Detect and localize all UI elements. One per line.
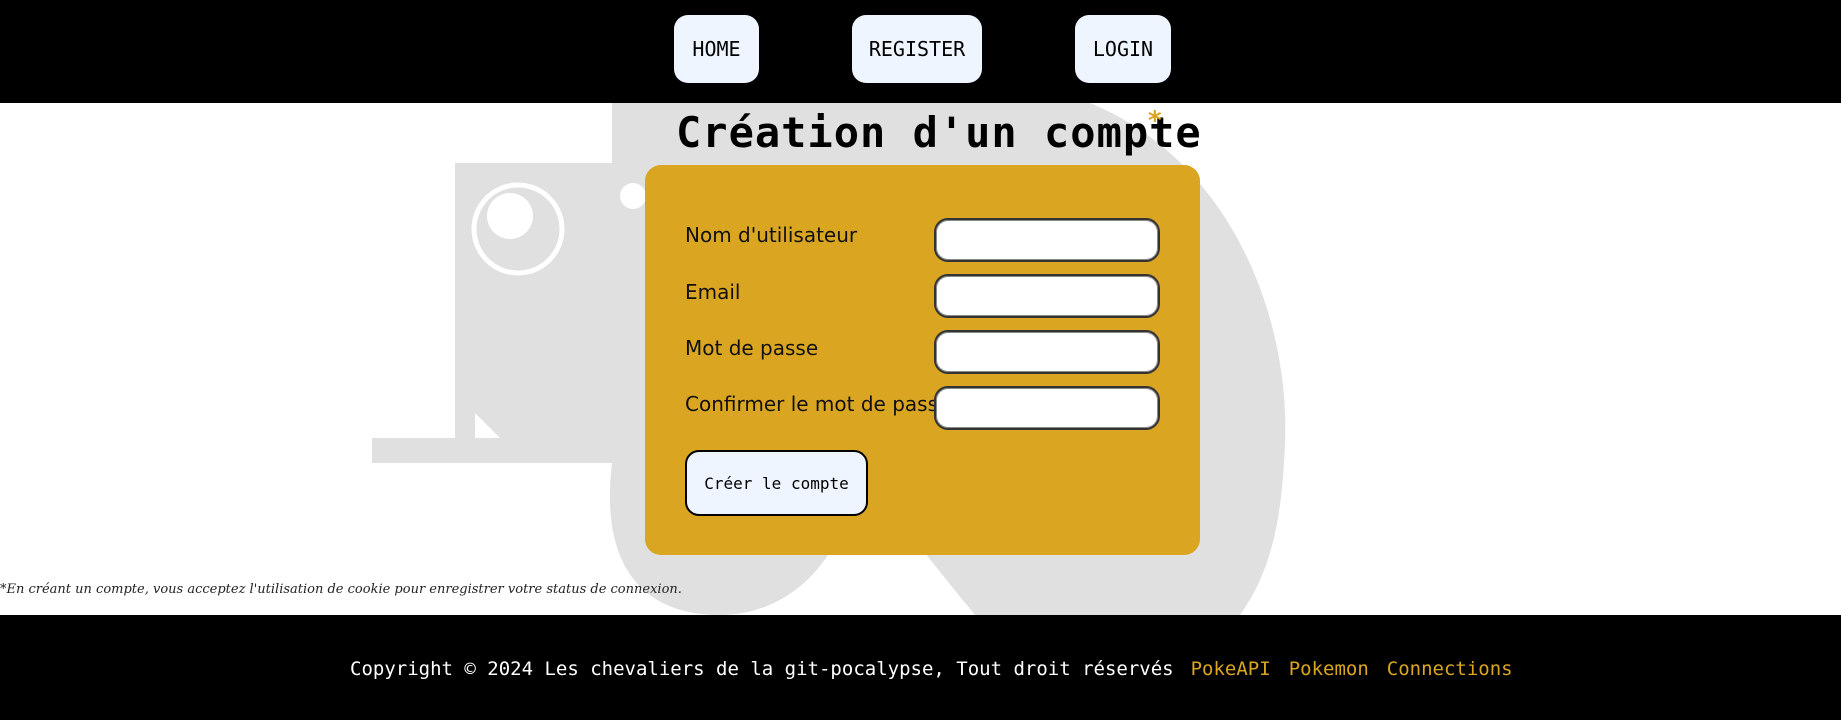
page-title: Création d'un compte xyxy=(676,108,1202,157)
title-footnote-marker: * xyxy=(1148,106,1162,136)
confirm-password-input[interactable] xyxy=(934,386,1160,430)
footer-link-pokemon[interactable]: Pokemon xyxy=(1289,658,1369,680)
password-label: Mot de passe xyxy=(685,336,819,360)
nav-register-button[interactable]: REGISTER xyxy=(852,15,982,83)
footer-copyright: Copyright © 2024 Les chevaliers de la gi… xyxy=(350,658,1174,680)
top-navigation: HOME REGISTER LOGIN xyxy=(0,0,1841,103)
nav-home-button[interactable]: HOME xyxy=(674,15,759,83)
cookie-footnote: *En créant un compte, vous acceptez l'ut… xyxy=(0,582,682,597)
footer-link-connections[interactable]: Connections xyxy=(1387,658,1513,680)
email-input[interactable] xyxy=(934,274,1160,318)
username-input[interactable] xyxy=(934,218,1160,262)
confirm-password-label: Confirmer le mot de passe xyxy=(685,392,951,416)
footer-row: Copyright © 2024 Les chevaliers de la gi… xyxy=(350,658,1531,680)
footer-link-pokeapi[interactable]: PokeAPI xyxy=(1191,658,1271,680)
nav-login-button[interactable]: LOGIN xyxy=(1075,15,1171,83)
email-label: Email xyxy=(685,280,741,304)
register-form: Nom d'utilisateur Email Mot de passe Con… xyxy=(645,165,1200,555)
create-account-button[interactable]: Créer le compte xyxy=(685,450,868,516)
footer: Copyright © 2024 Les chevaliers de la gi… xyxy=(0,615,1841,720)
username-label: Nom d'utilisateur xyxy=(685,223,858,247)
password-input[interactable] xyxy=(934,330,1160,374)
